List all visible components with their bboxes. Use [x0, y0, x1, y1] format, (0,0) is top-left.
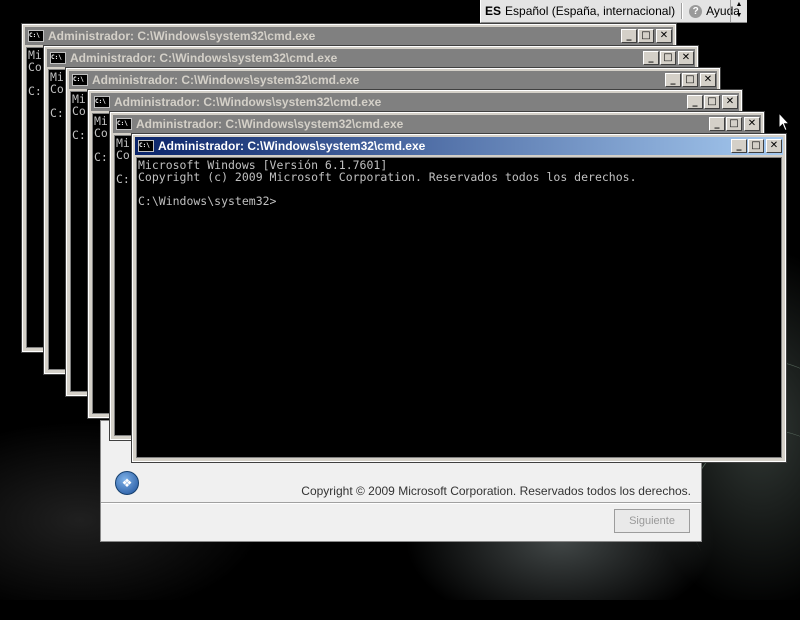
language-bar-separator	[681, 3, 684, 19]
minimize-button[interactable]: _	[731, 139, 747, 153]
console-line: Copyright (c) 2009 Microsoft Corporation…	[138, 170, 637, 184]
cmd-icon: C:\	[116, 118, 132, 130]
window-title: Administrador: C:\Windows\system32\cmd.e…	[158, 139, 426, 153]
title-bar[interactable]: C:\ Administrador: C:\Windows\system32\cm…	[69, 71, 717, 89]
scroll-up-icon[interactable]: ▲	[731, 0, 747, 11]
minimize-button[interactable]: _	[709, 117, 725, 131]
title-bar[interactable]: C:\ Administrador: C:\Windows\system32\cm…	[113, 115, 761, 133]
minimize-button[interactable]: _	[687, 95, 703, 109]
next-button[interactable]: Siguiente	[614, 509, 690, 533]
setup-divider	[101, 502, 701, 504]
close-button[interactable]: ✕	[678, 51, 694, 65]
cmd-icon: C:\	[94, 96, 110, 108]
minimize-button[interactable]: _	[621, 29, 637, 43]
title-bar[interactable]: C:\ Administrador: C:\Windows\system32\cm…	[47, 49, 695, 67]
language-name: Español (España, internacional)	[505, 4, 676, 18]
title-bar[interactable]: C:\ Administrador: C:\Windows\system32\cm…	[135, 137, 783, 155]
mouse-cursor	[778, 112, 790, 132]
window-title: Administrador: C:\Windows\system32\cmd.e…	[70, 51, 338, 65]
maximize-button[interactable]: □	[704, 95, 720, 109]
cmd-icon: C:\	[72, 74, 88, 86]
console-line: C:\Windows\system32>	[138, 194, 277, 208]
close-button[interactable]: ✕	[722, 95, 738, 109]
maximize-button[interactable]: □	[682, 73, 698, 87]
cmd-window-active[interactable]: C:\ Administrador: C:\Windows\system32\cm…	[131, 133, 787, 463]
scroll-down-icon[interactable]: ▼	[731, 11, 747, 22]
language-code: ES	[485, 4, 502, 18]
window-title: Administrador: C:\Windows\system32\cmd.e…	[92, 73, 360, 87]
language-bar: ES Español (España, internacional) ? Ayu…	[480, 0, 747, 23]
minimize-button[interactable]: _	[665, 73, 681, 87]
setup-copyright: Copyright © 2009 Microsoft Corporation. …	[301, 484, 691, 498]
window-title: Administrador: C:\Windows\system32\cmd.e…	[114, 95, 382, 109]
language-selector[interactable]: ES Español (España, internacional)	[481, 0, 679, 22]
maximize-button[interactable]: □	[660, 51, 676, 65]
close-button[interactable]: ✕	[766, 139, 782, 153]
cmd-icon: C:\	[28, 30, 44, 42]
language-bar-scroller[interactable]: ▲ ▼	[730, 0, 747, 22]
minimize-button[interactable]: _	[643, 51, 659, 65]
window-title: Administrador: C:\Windows\system32\cmd.e…	[136, 117, 404, 131]
windows-setup-icon: ❖	[115, 471, 139, 495]
close-button[interactable]: ✕	[656, 29, 672, 43]
help-icon: ?	[689, 4, 703, 18]
maximize-button[interactable]: □	[638, 29, 654, 43]
close-button[interactable]: ✕	[744, 117, 760, 131]
window-title: Administrador: C:\Windows\system32\cmd.e…	[48, 29, 316, 43]
cmd-icon: C:\	[138, 140, 154, 152]
maximize-button[interactable]: □	[748, 139, 764, 153]
maximize-button[interactable]: □	[726, 117, 742, 131]
title-bar[interactable]: C:\ Administrador: C:\Windows\system32\cm…	[91, 93, 739, 111]
cmd-icon: C:\	[50, 52, 66, 64]
title-bar[interactable]: C:\ Administrador: C:\Windows\system32\cm…	[25, 27, 673, 45]
console-output[interactable]: Microsoft Windows [Versión 6.1.7601] Copy…	[136, 157, 782, 458]
close-button[interactable]: ✕	[700, 73, 716, 87]
